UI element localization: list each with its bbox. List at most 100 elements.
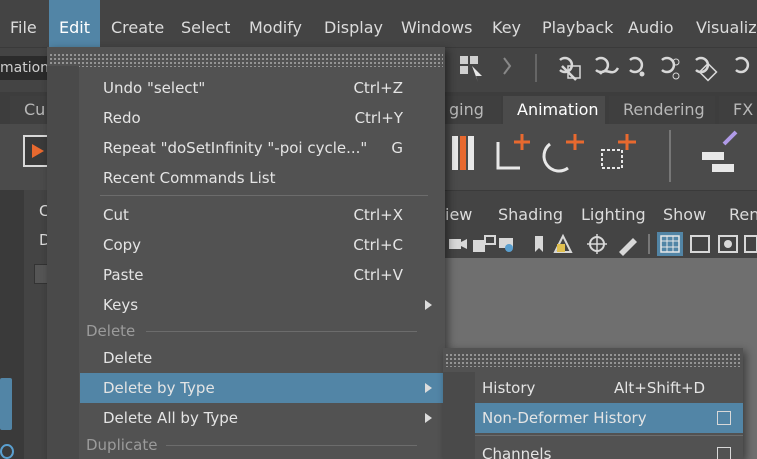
menu-select[interactable]: Select <box>171 0 240 47</box>
menu-separator <box>475 435 743 436</box>
grease-pencil-icon[interactable] <box>619 238 637 256</box>
film-gate-icon[interactable] <box>690 235 710 253</box>
left-panel-button[interactable] <box>34 264 48 284</box>
menu-item-delete-all-by-type[interactable]: Delete All by Type <box>80 403 445 433</box>
menu-item-shortcut: Ctrl+Z <box>353 79 403 97</box>
playblast-icon[interactable] <box>23 135 49 167</box>
menu-item-shortcut: Ctrl+X <box>353 206 403 224</box>
menu-item-keys[interactable]: Keys <box>80 290 445 320</box>
submenu-arrow-icon <box>425 413 432 423</box>
panel-menu-lighting[interactable]: Lighting <box>581 200 646 230</box>
menu-item-cut[interactable]: Cut Ctrl+X <box>80 200 445 230</box>
shelf-tab-curves[interactable]: Cu <box>10 96 50 124</box>
image-plane-icon[interactable] <box>553 233 573 253</box>
menu-item-repeat[interactable]: Repeat "doSetInfinity "-poi cycle..." G <box>80 133 445 163</box>
menu-item-shortcut: G <box>391 139 403 157</box>
menu-key[interactable]: Key <box>482 0 531 47</box>
left-circle-icon[interactable] <box>0 444 14 459</box>
menu-item-label: Non-Deformer History <box>482 409 647 427</box>
gate-mask-icon[interactable] <box>744 235 757 253</box>
toolbar-icons <box>460 54 750 82</box>
option-box-icon[interactable] <box>717 447 731 459</box>
panel-menu-view[interactable]: iew <box>445 200 472 230</box>
menu-item-label: Recent Commands List <box>103 169 276 187</box>
menu-windows[interactable]: Windows <box>391 0 482 47</box>
menu-display[interactable]: Display <box>314 0 393 47</box>
submenu-arrow-icon <box>425 300 432 310</box>
menu-set-selector[interactable]: mation <box>0 56 52 80</box>
menu-section-line <box>166 445 417 446</box>
snap-grid-icon[interactable] <box>559 56 581 81</box>
panel-menu-show[interactable]: Show <box>663 200 706 230</box>
snap-point-icon[interactable] <box>629 56 645 77</box>
option-box-icon[interactable] <box>717 411 731 425</box>
snap-live-icon[interactable] <box>735 56 750 74</box>
menu-item-label: Redo <box>103 109 141 127</box>
menu-section-duplicate: Duplicate <box>80 432 445 458</box>
menu-item-recent-commands[interactable]: Recent Commands List <box>80 163 445 193</box>
menu-item-label: Undo "select" <box>103 79 206 97</box>
menu-edit[interactable]: Edit <box>49 0 100 47</box>
menu-create[interactable]: Create <box>101 0 174 47</box>
grid-toggle-icon[interactable] <box>657 232 683 256</box>
snap-view-plane-icon[interactable] <box>695 56 718 82</box>
menu-audio[interactable]: Audio <box>618 0 683 47</box>
snap-projected-icon[interactable] <box>661 56 680 80</box>
menu-item-undo[interactable]: Undo "select" Ctrl+Z <box>80 73 445 103</box>
shelf-tab-rendering[interactable]: Rendering <box>609 96 715 124</box>
submenu-item-history[interactable]: History Alt+Shift+D <box>475 373 743 403</box>
submenu-item-non-deformer-history[interactable]: Non-Deformer History <box>475 403 743 433</box>
menu-item-label: Delete by Type <box>103 379 215 397</box>
shelf-tab-fx[interactable]: FX <box>719 96 757 124</box>
menu-item-delete-by-type[interactable]: Delete by Type <box>80 373 445 403</box>
menu-item-label: Delete <box>103 349 153 367</box>
left-active-tool[interactable] <box>0 378 12 430</box>
camera-icon[interactable] <box>449 239 467 249</box>
menu-visualize[interactable]: Visualize <box>686 0 757 47</box>
submenu-arrow-icon <box>425 383 432 393</box>
resolution-gate-icon[interactable] <box>718 235 738 253</box>
key-scale-icon[interactable] <box>601 134 636 169</box>
menu-item-label: History <box>482 379 536 397</box>
menu-modify[interactable]: Modify <box>239 0 312 47</box>
constraint-parent-icon[interactable] <box>702 130 738 172</box>
menu-item-paste[interactable]: Paste Ctrl+V <box>80 260 445 290</box>
menu-item-shortcut: Ctrl+C <box>353 236 403 254</box>
submenu-item-channels[interactable]: Channels <box>475 439 743 459</box>
menu-section-label: Duplicate <box>86 436 158 454</box>
snap-curve-icon[interactable] <box>595 56 620 75</box>
2d-pan-zoom-icon[interactable] <box>587 234 607 254</box>
menu-item-label: Cut <box>103 206 129 224</box>
menu-item-shortcut: Alt+Shift+D <box>614 379 706 397</box>
edit-menu-tearoff[interactable] <box>49 53 443 67</box>
menu-item-delete[interactable]: Delete <box>80 343 445 373</box>
panel-toolbar-icons <box>449 232 757 256</box>
camera-lock-icon[interactable] <box>473 235 496 252</box>
menu-file[interactable]: File <box>0 0 47 47</box>
shelf-tab-animation[interactable]: Animation <box>503 96 605 124</box>
menu-section-label: Delete <box>86 322 136 340</box>
menu-item-label: Copy <box>103 236 142 254</box>
submenu-tearoff[interactable] <box>445 353 741 367</box>
key-translate-icon[interactable] <box>496 134 530 170</box>
menu-item-label: Keys <box>103 296 139 314</box>
menu-item-shortcut: Ctrl+V <box>353 266 403 284</box>
camera-attributes-icon[interactable] <box>499 238 513 252</box>
menu-item-copy[interactable]: Copy Ctrl+C <box>80 230 445 260</box>
menu-separator <box>100 195 428 196</box>
set-key-icon[interactable] <box>452 136 474 170</box>
bookmark-icon[interactable] <box>535 236 543 252</box>
menu-item-redo[interactable]: Redo Ctrl+Y <box>80 103 445 133</box>
key-rotate-icon[interactable] <box>542 134 584 173</box>
menu-item-label: Paste <box>103 266 144 284</box>
panel-menu-renderer[interactable]: Ren <box>729 200 757 230</box>
menu-playback[interactable]: Playback <box>532 0 623 47</box>
menu-item-label: Channels <box>482 445 552 459</box>
panel-menu-shading[interactable]: Shading <box>498 200 563 230</box>
shelf-tab-rigging[interactable]: ging <box>445 96 501 124</box>
toolbar-divider-icon <box>503 57 512 75</box>
menu-item-shortcut: Ctrl+Y <box>354 109 403 127</box>
menu-section-line <box>146 331 417 332</box>
select-tool-icon[interactable] <box>460 56 482 82</box>
submenu-gutter <box>443 372 475 459</box>
